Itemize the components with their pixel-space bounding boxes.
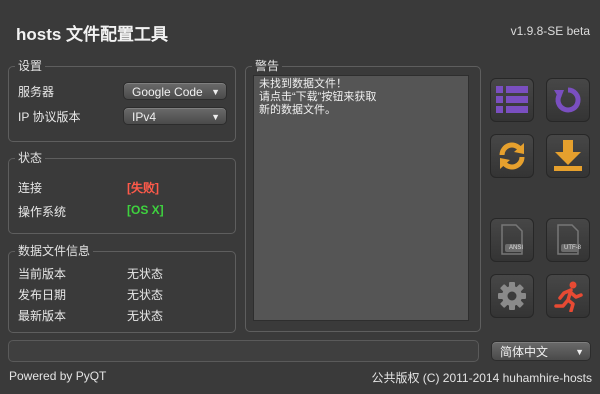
- os-status: [OS X]: [127, 203, 164, 217]
- settings-group-title: 设置: [15, 59, 46, 73]
- ip-version-label: IP 协议版本: [18, 110, 81, 124]
- download-icon: [552, 140, 584, 172]
- current-version-value: 无状态: [127, 267, 164, 281]
- language-select[interactable]: 简体中文 ▼: [491, 341, 591, 361]
- sync-icon: [496, 140, 528, 172]
- connection-status: [失败]: [127, 181, 159, 195]
- server-label: 服务器: [18, 85, 55, 99]
- warning-text-area[interactable]: 未找到数据文件！ 请点击“下载”按钮来获取 新的数据文件。: [253, 75, 469, 321]
- export-utf8-button[interactable]: UTF-8: [546, 218, 590, 262]
- function-list-button[interactable]: [490, 78, 534, 122]
- utf8-label: UTF-8: [564, 245, 581, 251]
- datafile-group: 数据文件信息 当前版本 无状态 发布日期 无状态 最新版本 无状态: [8, 244, 236, 333]
- datafile-group-title: 数据文件信息: [15, 244, 94, 258]
- chevron-down-icon: ▼: [575, 347, 584, 357]
- refresh-circle-icon: [552, 84, 584, 116]
- release-date-value: 无状态: [127, 288, 164, 302]
- copyright-label: 公共版权 (C) 2011-2014 huhamhire-hosts: [371, 371, 592, 385]
- ansi-label: ANSI: [509, 245, 524, 251]
- settings-group: 设置 服务器 Google Code ▼ IP 协议版本 IPv4 ▼: [8, 59, 236, 142]
- restore-button[interactable]: [546, 78, 590, 122]
- os-label: 操作系统: [18, 205, 67, 219]
- server-select[interactable]: Google Code ▼: [123, 82, 227, 100]
- language-select-value: 简体中文: [500, 345, 549, 359]
- chevron-down-icon: ▼: [211, 87, 220, 97]
- download-button[interactable]: [546, 134, 590, 178]
- ip-version-select-value: IPv4: [132, 110, 157, 124]
- app-title: hosts 文件配置工具: [16, 25, 169, 44]
- chevron-down-icon: ▼: [211, 112, 220, 122]
- status-group: 状态 连接 [失败] 操作系统 [OS X]: [8, 151, 236, 234]
- version-label: v1.9.8-SE beta: [510, 24, 590, 38]
- settings-button[interactable]: [490, 274, 534, 318]
- latest-version-label: 最新版本: [18, 309, 67, 323]
- release-date-label: 发布日期: [18, 288, 67, 302]
- ip-version-select[interactable]: IPv4 ▼: [123, 107, 227, 125]
- list-icon: [496, 86, 528, 114]
- connection-label: 连接: [18, 181, 43, 195]
- utf8-file-icon: [553, 224, 583, 256]
- current-version-label: 当前版本: [18, 267, 67, 281]
- running-man-icon: [552, 280, 584, 312]
- latest-version-value: 无状态: [127, 309, 164, 323]
- update-button[interactable]: [490, 134, 534, 178]
- exit-button[interactable]: [546, 274, 590, 318]
- warning-group-title: 警告: [252, 59, 283, 73]
- powered-by-label: Powered by PyQT: [9, 369, 107, 383]
- gear-icon: [497, 281, 527, 311]
- status-group-title: 状态: [15, 151, 46, 165]
- server-select-value: Google Code: [132, 85, 203, 99]
- export-ansi-button[interactable]: ANSI: [490, 218, 534, 262]
- ansi-file-icon: [497, 224, 527, 256]
- progress-bar: [8, 340, 479, 362]
